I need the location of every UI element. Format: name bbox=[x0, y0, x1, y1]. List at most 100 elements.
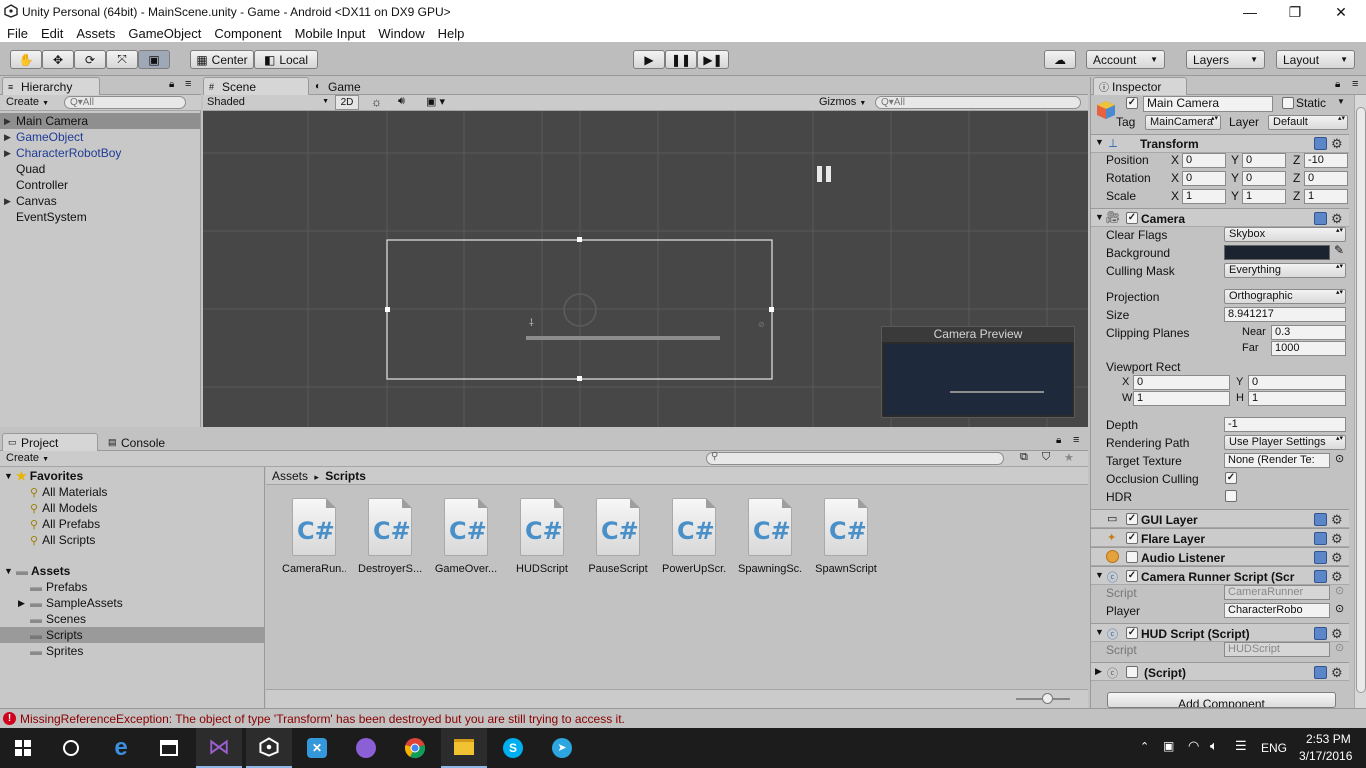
viewport-x-field[interactable]: 0 bbox=[1133, 375, 1230, 390]
edge-browser-icon[interactable]: e bbox=[98, 728, 144, 768]
missing-script-component-header[interactable]: ▶ ⓒ (Script) ⚙ bbox=[1091, 662, 1349, 681]
expand-arrow-icon[interactable]: ▼ bbox=[1095, 212, 1104, 222]
hud-script-component-header[interactable]: ▼ ⓒ HUD Script (Script) ⚙ bbox=[1091, 623, 1349, 642]
missing-script-checkbox[interactable] bbox=[1126, 666, 1138, 678]
close-button[interactable]: ✕ bbox=[1318, 0, 1364, 24]
scale-x-field[interactable]: 1 bbox=[1182, 189, 1226, 204]
script-asset[interactable]: C# HUDScript bbox=[510, 498, 574, 575]
pivot-center-button[interactable]: ▦ Center bbox=[190, 50, 254, 69]
lighting-icon[interactable]: ☼ bbox=[371, 95, 382, 109]
gear-icon[interactable]: ⚙ bbox=[1331, 626, 1343, 642]
position-x-field[interactable]: 0 bbox=[1182, 153, 1226, 168]
menu-mobile-input[interactable]: Mobile Input bbox=[295, 26, 366, 41]
cortana-search-icon[interactable] bbox=[48, 728, 94, 768]
gear-icon[interactable]: ⚙ bbox=[1331, 550, 1343, 566]
viewport-y-field[interactable]: 0 bbox=[1248, 375, 1346, 390]
lock-icon[interactable]: 🔒︎ bbox=[1056, 435, 1061, 446]
show-hidden-icons-icon[interactable]: ⌃ bbox=[1140, 740, 1149, 753]
expand-arrow-icon[interactable]: ▼ bbox=[1095, 627, 1104, 637]
script-asset[interactable]: C# PauseScript bbox=[586, 498, 650, 575]
scale-tool-icon[interactable]: ⤧ bbox=[106, 50, 138, 69]
near-field[interactable]: 0.3 bbox=[1271, 325, 1346, 340]
move-tool-icon[interactable]: ✥ bbox=[42, 50, 74, 69]
camera-enabled-checkbox[interactable] bbox=[1126, 212, 1138, 224]
step-button[interactable]: ▶❚ bbox=[697, 50, 729, 69]
favorites-section[interactable]: ▼ ★ Favorites bbox=[0, 468, 83, 484]
viewport-h-field[interactable]: 1 bbox=[1248, 391, 1346, 406]
projection-dropdown[interactable]: Orthographic bbox=[1224, 289, 1346, 304]
filter-label-icon[interactable]: ⛉ bbox=[1042, 451, 1050, 464]
play-button[interactable]: ▶ bbox=[633, 50, 665, 69]
help-icon[interactable] bbox=[1314, 570, 1327, 583]
help-icon[interactable] bbox=[1314, 627, 1327, 640]
folder-sprites[interactable]: ▬ Sprites bbox=[0, 643, 83, 659]
gizmos-dropdown[interactable]: Gizmos ▼ bbox=[819, 96, 866, 108]
tab-inspector[interactable]: ⓘ Inspector bbox=[1093, 77, 1187, 95]
help-icon[interactable] bbox=[1314, 532, 1327, 545]
rect-tool-icon[interactable]: ▣ bbox=[138, 50, 170, 69]
skype-icon[interactable]: S bbox=[490, 728, 536, 768]
expand-arrow-icon[interactable]: ▶ bbox=[4, 132, 16, 143]
static-dropdown-arrow[interactable]: ▼ bbox=[1337, 97, 1345, 106]
pause-button[interactable]: ❚❚ bbox=[665, 50, 697, 69]
lock-icon[interactable]: 🔒︎ bbox=[169, 79, 174, 90]
hierarchy-item-controller[interactable]: Controller bbox=[0, 177, 68, 193]
audio-listener-component-header[interactable]: Audio Listener ⚙ bbox=[1091, 547, 1349, 566]
store-icon[interactable] bbox=[146, 728, 192, 768]
gear-icon[interactable]: ⚙ bbox=[1331, 665, 1343, 681]
scale-z-field[interactable]: 1 bbox=[1304, 189, 1348, 204]
expand-arrow-icon[interactable]: ▶ bbox=[4, 148, 16, 159]
breadcrumb-assets[interactable]: Assets bbox=[272, 469, 308, 483]
transform-component-header[interactable]: ▼ ⟂ Transform ⚙ bbox=[1091, 134, 1349, 153]
folder-prefabs[interactable]: ▬ Prefabs bbox=[0, 579, 87, 595]
filter-type-icon[interactable]: ⧉ bbox=[1020, 451, 1028, 464]
help-icon[interactable] bbox=[1314, 137, 1327, 150]
menu-component[interactable]: Component bbox=[214, 26, 281, 41]
gear-icon[interactable]: ⚙ bbox=[1331, 136, 1343, 152]
effects-icon[interactable]: ▣ ▾ bbox=[426, 95, 445, 108]
gear-icon[interactable]: ⚙ bbox=[1331, 211, 1343, 227]
audio-icon[interactable]: 🔊︎ bbox=[398, 95, 405, 108]
tab-hierarchy[interactable]: ≡ Hierarchy bbox=[2, 77, 100, 95]
expand-arrow-icon[interactable]: ▶ bbox=[4, 196, 16, 207]
object-picker-icon[interactable]: ⊙ bbox=[1335, 602, 1344, 615]
target-texture-field[interactable]: None (Render Te: bbox=[1224, 453, 1330, 468]
expand-arrow-icon[interactable]: ▼ bbox=[4, 566, 16, 576]
script-asset[interactable]: C# DestroyerS... bbox=[358, 498, 422, 575]
lock-icon[interactable]: 🔒︎ bbox=[1335, 79, 1340, 90]
gui-layer-checkbox[interactable] bbox=[1126, 513, 1138, 525]
telegram-icon[interactable]: ➤ bbox=[539, 728, 585, 768]
folder-sampleassets[interactable]: ▶ ▬ SampleAssets bbox=[0, 595, 123, 611]
gui-layer-component-header[interactable]: ▭ GUI Layer ⚙ bbox=[1091, 509, 1349, 528]
expand-arrow-icon[interactable]: ▼ bbox=[1095, 137, 1104, 147]
network-adapter-icon[interactable]: ▣ bbox=[1163, 739, 1174, 753]
hud-script-checkbox[interactable] bbox=[1126, 627, 1138, 639]
menu-edit[interactable]: Edit bbox=[41, 26, 63, 41]
help-icon[interactable] bbox=[1314, 212, 1327, 225]
help-icon[interactable] bbox=[1314, 513, 1327, 526]
panel-menu-icon[interactable]: ≡ bbox=[185, 78, 191, 90]
favorite-all-prefabs[interactable]: ⚲ All Prefabs bbox=[0, 516, 100, 532]
static-checkbox[interactable] bbox=[1282, 97, 1294, 109]
size-field[interactable]: 8.941217 bbox=[1224, 307, 1346, 322]
eyedropper-icon[interactable]: ✎ bbox=[1334, 243, 1344, 257]
hand-tool-icon[interactable]: ✋ bbox=[10, 50, 42, 69]
minimize-button[interactable]: — bbox=[1227, 0, 1273, 24]
active-checkbox[interactable] bbox=[1126, 97, 1138, 109]
folder-scripts[interactable]: ▬ Scripts bbox=[0, 627, 264, 643]
culling-mask-dropdown[interactable]: Everything bbox=[1224, 263, 1346, 278]
position-z-field[interactable]: -10 bbox=[1304, 153, 1348, 168]
tab-console[interactable]: ▤ Console bbox=[102, 433, 182, 451]
menu-window[interactable]: Window bbox=[378, 26, 424, 41]
pivot-local-button[interactable]: ◧ Local bbox=[254, 50, 318, 69]
project-create-button[interactable]: Create ▼ bbox=[6, 452, 49, 464]
favorite-all-materials[interactable]: ⚲ All Materials bbox=[0, 484, 107, 500]
scale-y-field[interactable]: 1 bbox=[1242, 189, 1286, 204]
maximize-button[interactable]: ❐ bbox=[1272, 0, 1318, 24]
expand-arrow-icon[interactable]: ▼ bbox=[1095, 570, 1104, 580]
gear-icon[interactable]: ⚙ bbox=[1331, 569, 1343, 585]
hierarchy-item-main-camera[interactable]: ▶ Main Camera bbox=[0, 113, 200, 129]
2d-toggle-button[interactable]: 2D bbox=[335, 95, 359, 110]
windows-start-icon[interactable] bbox=[0, 728, 46, 768]
far-field[interactable]: 1000 bbox=[1271, 341, 1346, 356]
